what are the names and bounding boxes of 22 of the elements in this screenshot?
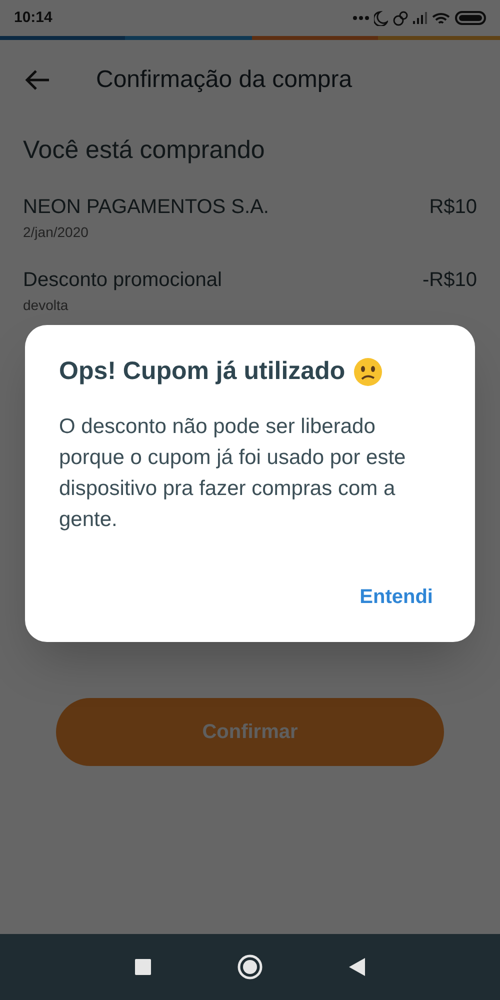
back-arrow-icon[interactable] xyxy=(24,69,50,91)
battery-icon xyxy=(455,11,486,25)
signal-icon xyxy=(413,12,427,24)
more-icon xyxy=(353,16,369,20)
home-icon[interactable] xyxy=(237,954,263,980)
item-amount: -R$10 xyxy=(422,268,477,292)
item-name: NEON PAGAMENTOS S.A. xyxy=(23,194,269,220)
section-title: Você está comprando xyxy=(23,135,266,166)
item-name: Desconto promocional xyxy=(23,268,222,292)
understood-button[interactable]: Entendi xyxy=(352,582,441,612)
page-title: Confirmação da compra xyxy=(96,65,352,95)
dialog-title: Ops! Cupom já utilizado xyxy=(59,356,346,387)
item-amount: R$10 xyxy=(429,194,477,220)
moon-icon xyxy=(374,10,388,26)
wifi-icon xyxy=(432,12,450,24)
dialog-message: O desconto não pode ser liberado porque o cupom já foi usado por este dispositivo pra fazer compras com a gente. xyxy=(59,414,407,532)
item-detail: 2/jan/2020 xyxy=(23,222,90,242)
item-detail: devolta xyxy=(23,296,70,314)
link-icon xyxy=(393,10,408,26)
status-time: 10:14 xyxy=(14,8,52,28)
confused-face-icon xyxy=(353,356,384,387)
back-icon[interactable] xyxy=(349,958,365,976)
